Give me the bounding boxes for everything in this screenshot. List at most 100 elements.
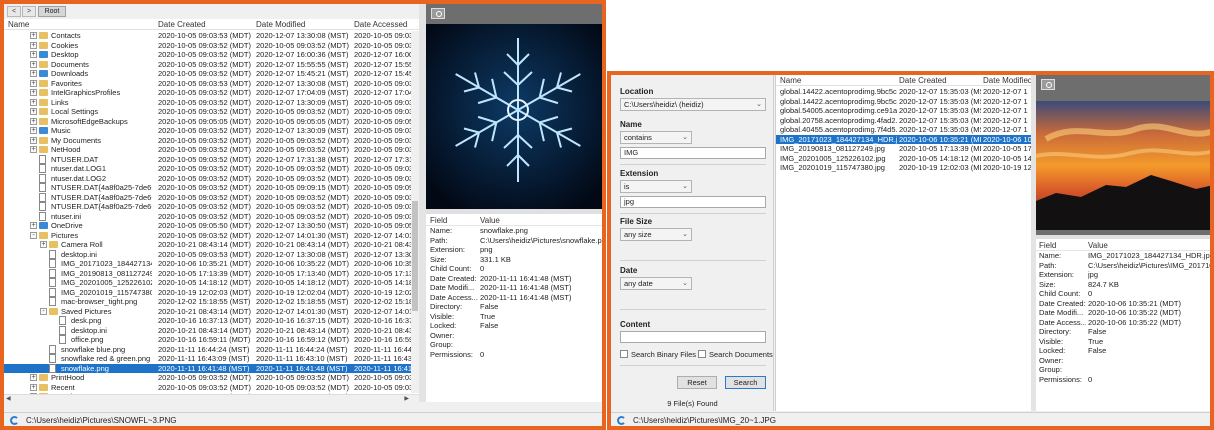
field-header[interactable]: Field	[430, 216, 447, 225]
extension-input[interactable]: jpg	[620, 196, 766, 208]
table-row[interactable]: global.14422.acentoprodimg.9bc5c... 2020-…	[776, 97, 1031, 107]
expand-toggle-icon[interactable]: +	[30, 51, 37, 58]
value-header[interactable]: Value	[1088, 241, 1108, 250]
expand-toggle-icon[interactable]: +	[30, 127, 37, 134]
table-row[interactable]: NTUSER.DAT{4a8f0a25-7de6-11e 2020-10-05 0…	[4, 202, 419, 212]
table-row[interactable]: desk.png 2020-10-16 16:37:13 (MDT) 2020-10…	[4, 316, 419, 326]
table-row[interactable]: IMG_20201005_125226102.jpg 2020-10-05 14:…	[4, 278, 419, 288]
scroll-left-icon[interactable]: ◀	[6, 395, 11, 402]
table-row[interactable]: snowflake.png 2020-11-11 16:41:48 (MST) 20…	[4, 363, 419, 373]
content-input[interactable]	[620, 331, 766, 343]
search-binary-label[interactable]: Search Binary Files	[631, 350, 696, 359]
expand-toggle-icon[interactable]: +	[30, 79, 37, 87]
root-button[interactable]: Root	[38, 6, 66, 17]
expand-toggle-icon[interactable]: +	[30, 98, 37, 106]
refresh-icon[interactable]	[10, 416, 19, 425]
date-dropdown[interactable]: any date ⌄	[620, 277, 692, 290]
search-binary-checkbox[interactable]	[620, 350, 628, 358]
search-documents-checkbox[interactable]	[698, 350, 706, 358]
forward-button[interactable]: >	[22, 6, 36, 17]
reset-button[interactable]: Reset	[677, 376, 717, 389]
horizontal-scrollbar[interactable]: ◀ ▶	[4, 394, 419, 402]
scroll-right-icon[interactable]: ▶	[404, 395, 409, 402]
table-row[interactable]: IMG_20171023_184427134_HD 2020-10-06 10:3…	[4, 259, 419, 269]
scroll-thumb[interactable]	[412, 201, 418, 311]
expand-toggle-icon[interactable]: +	[30, 89, 37, 96]
table-row[interactable]: + PrintHood 2020-10-05 09:03:52 (MDT) 2020-…	[4, 373, 419, 383]
file-tree-list[interactable]: Name Date Created Date Modified Date Acc…	[4, 19, 419, 402]
column-date-modified[interactable]: Date Modified	[256, 20, 305, 29]
location-dropdown[interactable]: C:\Users\heidiz\ (heidiz) ⌄	[620, 98, 766, 111]
expand-toggle-icon[interactable]: +	[30, 374, 37, 381]
vertical-scrollbar[interactable]	[411, 31, 419, 393]
table-row[interactable]: + Favorites 2020-10-05 09:03:53 (MDT) 2020-…	[4, 79, 419, 89]
table-row[interactable]: NTUSER.DAT 2020-10-05 09:03:52 (MDT) 2020-…	[4, 154, 419, 165]
table-row[interactable]: + My Documents 2020-10-05 09:03:52 (MDT) 20…	[4, 136, 419, 146]
table-row[interactable]: + Recent 2020-10-05 09:03:52 (MDT) 2020-10-…	[4, 383, 419, 393]
expand-toggle-icon[interactable]: +	[30, 32, 37, 39]
expand-toggle-icon[interactable]: +	[40, 241, 47, 248]
back-button[interactable]: <	[7, 6, 21, 17]
expand-toggle-icon[interactable]: +	[30, 108, 37, 115]
table-row[interactable]: mac-browser_tight.png 2020-12-02 15:18:55…	[4, 297, 419, 307]
name-mode-dropdown[interactable]: contains ⌄	[620, 131, 692, 144]
table-row[interactable]: + Music 2020-10-05 09:03:52 (MDT) 2020-12-0…	[4, 126, 419, 136]
table-row[interactable]: office.png 2020-10-16 16:59:11 (MDT) 2020-…	[4, 335, 419, 345]
table-row[interactable]: ntuser.ini 2020-10-05 09:03:52 (MDT) 2020-…	[4, 211, 419, 222]
column-date-accessed[interactable]: Date Accessed	[354, 20, 407, 29]
expand-toggle-icon[interactable]: +	[30, 383, 37, 391]
table-row[interactable]: - Saved Pictures 2020-10-21 08:43:14 (MDT)…	[4, 307, 419, 317]
table-row[interactable]: NTUSER.DAT{4a8f0a25-7de6-11e 2020-10-05 0…	[4, 192, 419, 203]
table-row[interactable]: ntuser.dat.LOG2 2020-10-05 09:03:52 (MDT)…	[4, 173, 419, 184]
table-row[interactable]: + Contacts 2020-10-05 09:03:53 (MDT) 2020-1…	[4, 31, 419, 41]
table-row[interactable]: IMG_20201019_115747380.jpg 2020-10-19 12:…	[776, 163, 1031, 173]
extension-mode-dropdown[interactable]: is ⌄	[620, 180, 692, 193]
search-results-list[interactable]: Name Date Created Date Modified global.1…	[775, 75, 1031, 411]
table-row[interactable]: + Links 2020-10-05 09:03:52 (MDT) 2020-12-0…	[4, 98, 419, 108]
table-row[interactable]: + NetHood 2020-10-05 09:03:52 (MDT) 2020-10…	[4, 145, 419, 155]
table-row[interactable]: + Cookies 2020-10-05 09:03:52 (MDT) 2020-10…	[4, 41, 419, 51]
expand-toggle-icon[interactable]: +	[30, 136, 37, 144]
search-button[interactable]: Search	[725, 376, 766, 389]
name-input[interactable]: IMG	[620, 147, 766, 159]
field-header[interactable]: Field	[1039, 241, 1056, 250]
table-row[interactable]: IMG_20190813_081127249.jpg 2020-10-05 17:…	[4, 268, 419, 279]
expand-toggle-icon[interactable]: +	[30, 117, 37, 125]
table-row[interactable]: - Pictures 2020-10-05 09:03:52 (MDT) 2020-1…	[4, 231, 419, 241]
table-row[interactable]: global.40455.acentoprodimg.7f4d5... 2020-…	[776, 125, 1031, 135]
table-row[interactable]: ntuser.dat.LOG1 2020-10-05 09:03:52 (MDT)…	[4, 164, 419, 174]
expand-toggle-icon[interactable]: +	[30, 41, 37, 49]
table-row[interactable]: + Local Settings 2020-10-05 09:03:52 (MDT)…	[4, 107, 419, 117]
table-row[interactable]: + OneDrive 2020-10-05 09:05:50 (MDT) 2020-1…	[4, 221, 419, 231]
expand-toggle-icon[interactable]: -	[30, 231, 37, 239]
table-row[interactable]: IMG_20190813_081127249.jpg 2020-10-05 17:…	[776, 144, 1031, 154]
table-row[interactable]: NTUSER.DAT{4a8f0a25-7de6-11e 2020-10-05 0…	[4, 183, 419, 193]
table-row[interactable]: global.14422.acentoprodimg.9bc5c... 2020-…	[776, 87, 1031, 97]
file-size-dropdown[interactable]: any size ⌄	[620, 228, 692, 241]
camera-icon[interactable]	[431, 8, 445, 19]
table-row[interactable]: snowflake red & green.png 2020-11-11 16:4…	[4, 354, 419, 364]
table-row[interactable]: + MicrosoftEdgeBackups 2020-10-05 09:05:05…	[4, 117, 419, 127]
refresh-icon[interactable]	[617, 416, 626, 425]
pane-splitter[interactable]	[419, 4, 426, 402]
column-date-modified[interactable]: Date Modified	[983, 76, 1031, 85]
expand-toggle-icon[interactable]: -	[40, 307, 47, 315]
camera-icon[interactable]	[1041, 79, 1055, 90]
table-row[interactable]: desktop.ini 2020-10-05 09:03:53 (MDT) 2020…	[4, 249, 419, 260]
table-row[interactable]: global.54005.acentoprodimg.ce91a... 2020-…	[776, 106, 1031, 116]
table-row[interactable]: + IntelGraphicsProfiles 2020-10-05 09:03:5…	[4, 88, 419, 98]
table-row[interactable]: + Downloads 2020-10-05 09:03:52 (MDT) 2020-…	[4, 69, 419, 79]
table-row[interactable]: + Documents 2020-10-05 09:03:52 (MDT) 2020-…	[4, 60, 419, 70]
column-name[interactable]: Name	[8, 20, 29, 29]
table-row[interactable]: + Camera Roll 2020-10-21 08:43:14 (MDT) 202…	[4, 240, 419, 250]
search-documents-label[interactable]: Search Documents	[709, 350, 773, 359]
expand-toggle-icon[interactable]: +	[30, 70, 37, 77]
table-row[interactable]: IMG_20201005_125226102.jpg 2020-10-05 14:…	[776, 154, 1031, 164]
column-date-created[interactable]: Date Created	[899, 76, 947, 85]
expand-toggle-icon[interactable]: +	[30, 222, 37, 229]
table-row[interactable]: global.20758.acentoprodimg.4fad2... 2020-…	[776, 116, 1031, 126]
expand-toggle-icon[interactable]: +	[30, 146, 37, 153]
table-row[interactable]: + Desktop 2020-10-05 09:03:52 (MDT) 2020-12…	[4, 50, 419, 60]
table-row[interactable]: IMG_20201019_115747380.jpg 2020-10-19 12:…	[4, 287, 419, 298]
table-row[interactable]: desktop.ini 2020-10-21 08:43:14 (MDT) 2020…	[4, 325, 419, 336]
